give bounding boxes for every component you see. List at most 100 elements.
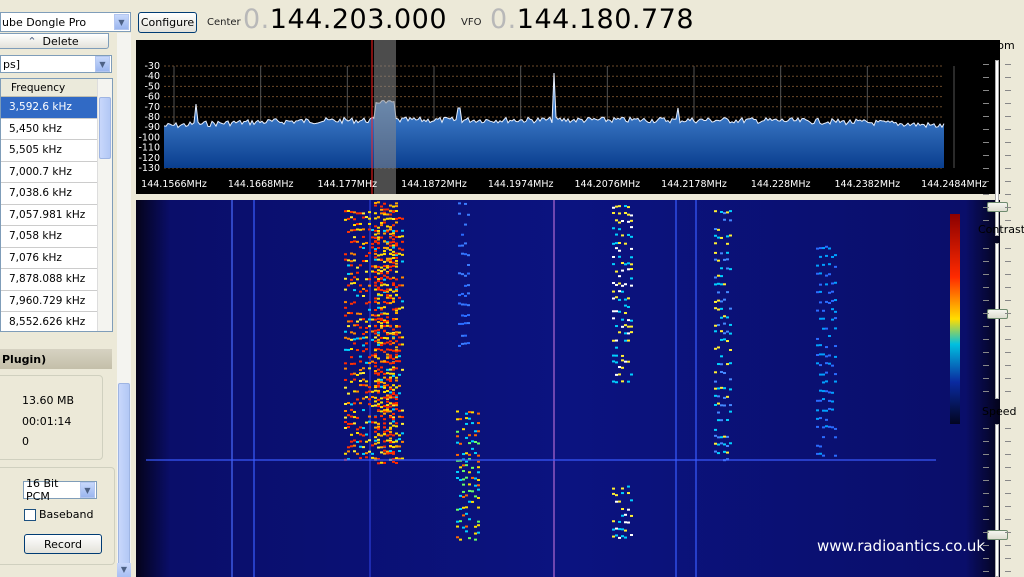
center-frequency-value: 144.203.000 [269,4,448,35]
list-item[interactable]: 7,038.6 kHz [1,183,100,205]
frequency-scale-label: 144.1974MHz [488,179,554,190]
vfo-frequency-display[interactable]: 0.144.180.778 [490,4,694,35]
chevron-down-icon[interactable]: ▼ [80,482,95,498]
frequency-table[interactable]: Frequency 3,592.6 kHz 5,450 kHz 5,505 kHz 7… [0,78,113,332]
list-item[interactable]: 7,057.981 kHz [1,205,100,226]
slider-tick [1005,300,1011,301]
scrollbar-thumb[interactable] [99,97,111,159]
scrollbar-thumb[interactable] [118,383,130,565]
column-header-frequency: Frequency [11,81,66,94]
table-scrollbar[interactable] [97,79,112,331]
db-scale-label: -130 [138,163,160,174]
waterfall-display[interactable]: www.radioantics.co.uk [136,200,1000,577]
slider-tick [983,64,989,65]
record-button[interactable]: Record [24,534,102,554]
slider-tick [983,558,989,559]
chevron-down-icon[interactable]: ▼ [114,14,129,30]
slider-tick [983,378,989,379]
frequency-scale-label: 144.177MHz [318,179,378,190]
vfo-filter-bandwidth [374,40,396,194]
list-item[interactable]: 7,076 kHz [1,248,100,269]
format-select[interactable]: 16 Bit PCM ▼ [23,477,97,503]
table-header[interactable]: Frequency [1,79,112,97]
list-item[interactable]: 5,450 kHz [1,119,100,140]
spectrum-plot[interactable]: -30-40-50-60-70-80-90-100-110-120-130 14… [136,40,1000,194]
slider-tick [1005,248,1011,249]
slider-tick [983,90,989,91]
spectrum-fill [164,73,944,168]
watermark-text: www.radioantics.co.uk [817,537,986,555]
list-item[interactable]: 5,505 kHz [1,140,100,162]
slider-tick [983,181,989,182]
list-item[interactable]: 7,960.729 kHz [1,291,100,312]
slider-tick [983,274,989,275]
slider-tick [1005,287,1011,288]
contrast-slider-track[interactable] [995,243,999,399]
list-item[interactable]: 8,552.626 kHz [1,312,100,331]
slider-tick [1005,129,1011,130]
slider-tick [1005,181,1011,182]
slider-tick [983,339,989,340]
frequency-scale-label: 144.1872MHz [401,179,467,190]
slider-tick [1005,480,1011,481]
waterfall-color-scale [950,214,960,424]
slider-tick [1005,142,1011,143]
slider-tick [983,532,989,533]
slider-tick [983,365,989,366]
baseband-checkbox[interactable] [24,509,36,521]
slider-tick [983,326,989,327]
delete-button[interactable]: ⌃ Delete [0,33,109,49]
filter-select[interactable]: ps] ▼ [0,55,112,73]
chevron-down-icon[interactable]: ▼ [95,56,110,72]
plugin-section-header[interactable]: Plugin) [0,349,112,369]
display-controls: Zoom Contrast Speed [973,36,1024,577]
frequency-scale-label: 144.2178MHz [661,179,727,190]
format-select-value: 16 Bit PCM [26,477,59,503]
slider-tick [1005,441,1011,442]
slider-tick [1005,467,1011,468]
slider-tick [983,467,989,468]
slider-tick [983,261,989,262]
slider-tick [1005,352,1011,353]
speed-label: Speed [982,405,1017,418]
device-select-value: ube Dongle Pro [2,15,87,29]
scroll-down-arrow-icon[interactable]: ▼ [117,563,131,577]
list-item[interactable]: 3,592.6 kHz [1,97,100,119]
center-frequency-lead: 0. [243,4,270,35]
plugin-section-title: Plugin) [2,352,47,366]
slider-tick [1005,77,1011,78]
chevron-up-icon: ⌃ [27,34,37,48]
left-panel-scrollbar[interactable]: ▼ [117,33,131,577]
waterfall-plot[interactable] [136,200,1000,577]
slider-tick [983,103,989,104]
slider-tick [983,220,989,221]
slider-tick [983,391,989,392]
slider-tick [983,352,989,353]
center-frequency-display[interactable]: 0.144.203.000 [243,4,447,35]
list-item[interactable]: 7,000.7 kHz [1,162,100,183]
vfo-frequency-value: 144.180.778 [516,4,695,35]
slider-tick [983,506,989,507]
frequency-scale-label: 144.2382MHz [835,179,901,190]
contrast-slider-thumb[interactable] [987,309,1008,319]
vfo-label: VFO [461,17,482,28]
slider-tick [1005,428,1011,429]
list-item[interactable]: 7,058 kHz [1,226,100,248]
device-select[interactable]: ube Dongle Pro ▼ [0,12,131,32]
configure-button[interactable]: Configure [138,12,197,33]
slider-tick [1005,90,1011,91]
slider-tick [1005,220,1011,221]
slider-tick [1005,519,1011,520]
center-label: Center [207,17,241,28]
slider-tick [1005,532,1011,533]
baseband-label: Baseband [39,508,94,521]
spectrum-analyzer[interactable]: -30 -40 -50 -60 -70 -80 -90 -100 -110 -120 -130 14… [136,40,1000,194]
slider-tick [983,300,989,301]
list-item[interactable]: 7,878.088 kHz [1,269,100,291]
slider-tick [983,454,989,455]
slider-tick [983,571,989,572]
speed-slider-track[interactable] [995,424,999,577]
slider-tick [983,441,989,442]
slider-tick [1005,545,1011,546]
slider-tick [1005,116,1011,117]
